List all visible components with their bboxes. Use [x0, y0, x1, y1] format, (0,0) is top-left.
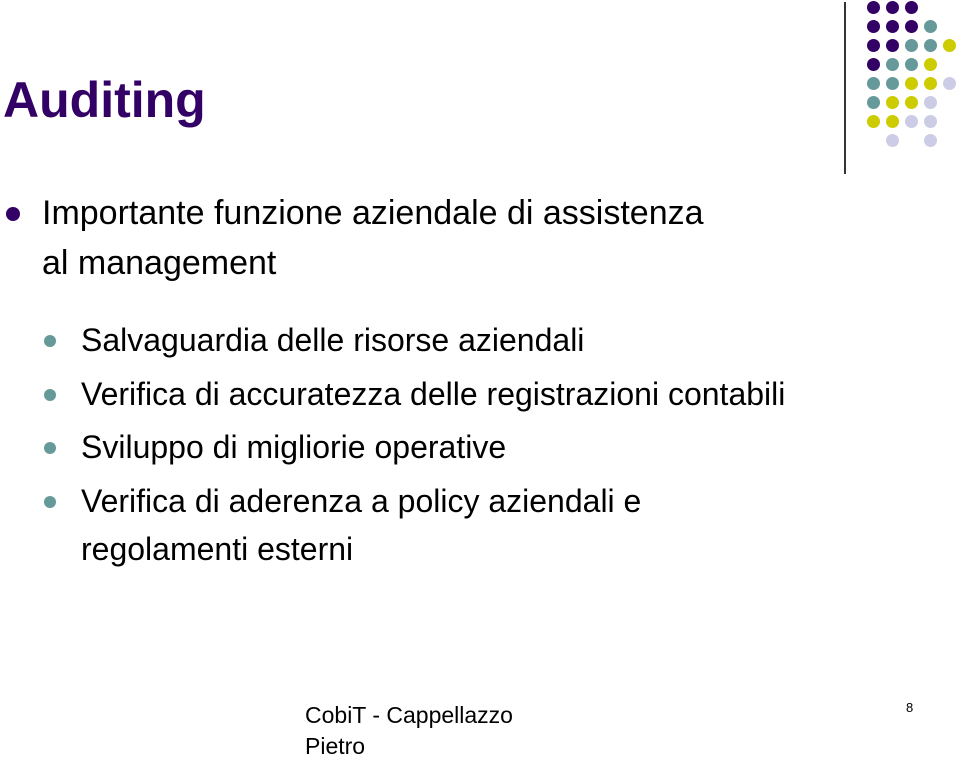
main-bullet-text: Importante funzione aziendale di assiste… [42, 188, 842, 288]
main-bullet-line-2: al management [42, 244, 277, 282]
decorative-dot [905, 115, 918, 128]
decorative-dot [924, 77, 937, 90]
decorative-dot [867, 115, 880, 128]
sub-bullet-item: Salvaguardia delle risorse aziendali [81, 322, 585, 358]
decorative-dot [943, 77, 956, 90]
decorative-dot [905, 77, 918, 90]
sub-bullet-item: Sviluppo di migliorie operative [81, 429, 507, 465]
sub-bullet-icon [44, 442, 56, 454]
decorative-dot [867, 77, 880, 90]
decorative-dot [886, 96, 899, 109]
decorative-dot [867, 1, 880, 14]
footer-line-2: Pietro [305, 733, 366, 759]
sub-bullet-item: Verifica di aderenza a policy aziendali … [81, 477, 921, 573]
page-number: 8 [906, 700, 914, 715]
footer-text: CobiT - Cappellazzo Pietro [305, 700, 565, 762]
decorative-dot [924, 96, 937, 109]
decorative-dot [886, 39, 899, 52]
main-bullet-line-1: Importante funzione aziendale di assiste… [42, 194, 704, 232]
decorative-dot [924, 134, 937, 147]
decorative-dot [924, 20, 937, 33]
decorative-dot [905, 1, 918, 14]
decorative-dot [905, 39, 918, 52]
decorative-dot [886, 134, 899, 147]
decorative-dot [886, 20, 899, 33]
decorative-vertical-line [844, 2, 846, 174]
decorative-dot [867, 58, 880, 71]
slide-title: Auditing [3, 72, 206, 128]
footer-line-1: CobiT - Cappellazzo [305, 702, 513, 728]
decorative-dot [905, 58, 918, 71]
decorative-dot [886, 1, 899, 14]
decorative-dot [867, 96, 880, 109]
sub-bullet-icon [44, 389, 56, 401]
sub-bullet-item: Verifica di accuratezza delle registrazi… [81, 376, 786, 412]
decorative-dot [905, 96, 918, 109]
decorative-dot [943, 39, 956, 52]
decorative-dot [924, 58, 937, 71]
sub-bullet-icon [44, 335, 56, 347]
decorative-dot [905, 20, 918, 33]
sub-bullet-icon [44, 496, 56, 508]
sub-bullet-line-1: Verifica di aderenza a policy aziendali … [81, 483, 642, 519]
bullet-icon [6, 207, 20, 221]
decorative-dot [886, 115, 899, 128]
decorative-dot [924, 115, 937, 128]
decorative-dot [867, 20, 880, 33]
decorative-dot [867, 39, 880, 52]
decorative-dot [886, 58, 899, 71]
decorative-dot [924, 39, 937, 52]
sub-bullet-line-2: regolamenti esterni [81, 531, 354, 567]
decorative-dot [886, 77, 899, 90]
